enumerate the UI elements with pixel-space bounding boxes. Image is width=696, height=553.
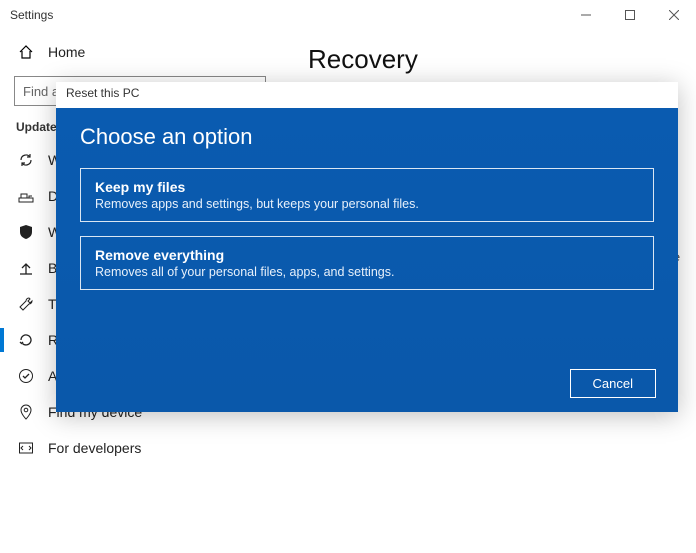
home-icon: [18, 44, 34, 60]
sync-icon: [18, 152, 34, 168]
titlebar: Settings: [0, 0, 696, 30]
sidebar-item-label: For developers: [48, 440, 141, 456]
minimize-icon: [581, 10, 591, 20]
search-placeholder: Find a: [23, 84, 59, 99]
window-controls: [564, 0, 696, 30]
close-icon: [669, 10, 679, 20]
option-desc: Removes apps and settings, but keeps you…: [95, 197, 639, 211]
dialog-body: Choose an option Keep my files Removes a…: [56, 108, 678, 412]
page-title: Recovery: [308, 44, 668, 75]
option-title: Remove everything: [95, 247, 639, 263]
dialog-heading: Choose an option: [80, 124, 654, 150]
option-keep-files[interactable]: Keep my files Removes apps and settings,…: [80, 168, 654, 222]
home-label: Home: [48, 44, 85, 60]
recovery-icon: [18, 332, 34, 348]
wrench-icon: [18, 296, 34, 312]
option-title: Keep my files: [95, 179, 639, 195]
sidebar-item-developers[interactable]: For developers: [12, 430, 268, 466]
dialog-title: Reset this PC: [56, 82, 678, 108]
option-desc: Removes all of your personal files, apps…: [95, 265, 639, 279]
close-button[interactable]: [652, 0, 696, 30]
location-icon: [18, 404, 34, 420]
cancel-button[interactable]: Cancel: [570, 369, 656, 398]
maximize-icon: [625, 10, 635, 20]
minimize-button[interactable]: [564, 0, 608, 30]
sidebar-item-home[interactable]: Home: [12, 36, 268, 68]
check-icon: [18, 368, 34, 384]
backup-icon: [18, 260, 34, 276]
shield-icon: [18, 224, 34, 240]
maximize-button[interactable]: [608, 0, 652, 30]
delivery-icon: [18, 188, 34, 204]
dev-icon: [18, 440, 34, 456]
reset-pc-dialog: Reset this PC Choose an option Keep my f…: [56, 82, 678, 412]
option-remove-everything[interactable]: Remove everything Removes all of your pe…: [80, 236, 654, 290]
